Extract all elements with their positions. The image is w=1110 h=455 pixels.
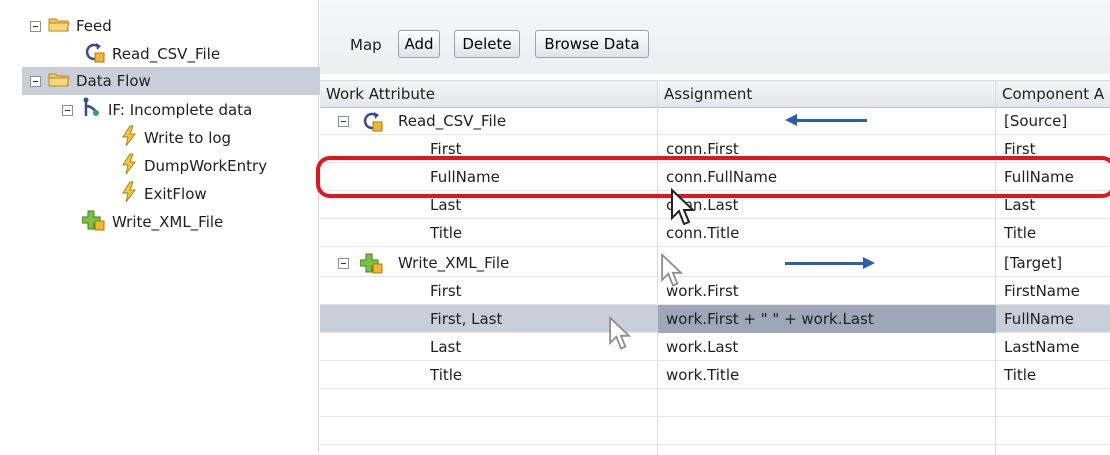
collapse-toggle-icon[interactable] <box>30 20 41 32</box>
map-label: Map <box>350 36 382 54</box>
assignment-cell[interactable]: work.Last <box>666 333 738 361</box>
arrow-right-icon <box>785 257 875 269</box>
component-cell: FullName <box>1004 310 1074 328</box>
lightning-icon <box>120 153 138 179</box>
table-row[interactable]: Title conn.Title Title <box>320 219 1110 247</box>
cursor-icon <box>671 188 696 226</box>
tree-node-feed[interactable]: Feed <box>30 12 112 40</box>
refresh-document-icon <box>82 41 106 67</box>
table-row-empty <box>320 417 1110 445</box>
tree-node-label: Feed <box>76 17 112 35</box>
refresh-document-icon <box>360 110 384 136</box>
tree-node-read-csv[interactable]: Read_CSV_File <box>82 40 220 68</box>
group-name: Write_XML_File <box>398 254 510 272</box>
group-name: Read_CSV_File <box>398 112 507 130</box>
table-row-source-group[interactable]: Read_CSV_File [Source] <box>320 107 1110 135</box>
add-button[interactable]: Add <box>398 30 440 58</box>
collapse-toggle-icon[interactable] <box>338 258 349 269</box>
plus-document-icon <box>359 252 384 278</box>
lightning-icon <box>120 125 138 151</box>
column-header-component[interactable]: Component A <box>996 81 1110 107</box>
mapping-panel: Map Add Delete Browse Data Work Attribut… <box>320 0 1110 455</box>
delete-button[interactable]: Delete <box>454 30 520 58</box>
table-row-empty <box>320 389 1110 417</box>
branch-icon <box>80 97 102 123</box>
tree-node-dump-work-entry[interactable]: DumpWorkEntry <box>120 152 267 180</box>
arrow-left-icon <box>785 114 867 126</box>
table-header: Work Attribute Assignment Component A <box>320 80 1110 108</box>
work-attribute-cell: Title <box>430 224 463 242</box>
assignment-cell[interactable]: work.First + " " + work.Last <box>658 305 996 333</box>
table-row[interactable]: Title work.Title Title <box>320 361 1110 389</box>
flow-tree-panel: Feed Read_CSV_File Data Flow IF: Incompl… <box>0 0 326 452</box>
highlight-outline <box>316 156 1110 198</box>
tree-node-label: Read_CSV_File <box>112 45 221 63</box>
work-attribute-cell: Title <box>430 366 463 384</box>
column-header-assignment[interactable]: Assignment <box>658 81 996 107</box>
component-cell: FirstName <box>1004 282 1080 300</box>
tree-node-label: Data Flow <box>76 72 151 90</box>
tree-node-write-log[interactable]: Write to log <box>120 124 231 152</box>
component-cell: LastName <box>1004 338 1080 356</box>
component-cell: [Source] <box>1004 112 1068 130</box>
component-cell: Title <box>1004 224 1037 242</box>
table-row-target-group[interactable]: Write_XML_File [Target] <box>320 249 1110 277</box>
component-cell: Title <box>1004 366 1037 384</box>
work-attribute-cell: First, Last <box>430 310 503 328</box>
tree-node-exit-flow[interactable]: ExitFlow <box>120 180 207 208</box>
plus-document-icon <box>81 209 106 235</box>
tree-node-if[interactable]: IF: Incomplete data <box>62 96 252 124</box>
data-mapping-window: Feed Read_CSV_File Data Flow IF: Incompl… <box>0 0 1110 455</box>
tree-node-label: ExitFlow <box>144 185 207 203</box>
tree-node-label: Write_XML_File <box>112 213 224 231</box>
collapse-toggle-icon[interactable] <box>62 104 73 116</box>
tree-node-label: Write to log <box>144 129 232 147</box>
tree-node-data-flow[interactable]: Data Flow <box>22 67 326 95</box>
mapping-toolbar: Map Add Delete Browse Data <box>320 0 1110 74</box>
collapse-toggle-icon[interactable] <box>30 75 41 87</box>
tree-node-label: DumpWorkEntry <box>144 157 268 175</box>
assignment-cell[interactable]: work.Title <box>666 361 739 389</box>
table-row[interactable]: Last work.Last LastName <box>320 333 1110 361</box>
browse-data-button[interactable]: Browse Data <box>535 30 649 58</box>
work-attribute-cell: First <box>430 282 462 300</box>
lightning-icon <box>120 181 138 207</box>
folder-icon <box>48 16 70 36</box>
column-header-work-attribute[interactable]: Work Attribute <box>320 81 658 107</box>
work-attribute-cell: Last <box>430 338 462 356</box>
cursor-icon <box>609 316 632 350</box>
table-row-selected[interactable]: First, Last work.First + " " + work.Last… <box>320 305 1110 333</box>
component-cell: [Target] <box>1004 254 1063 272</box>
cursor-icon <box>661 253 684 287</box>
tree-node-label: IF: Incomplete data <box>108 101 253 119</box>
tree-node-write-xml[interactable]: Write_XML_File <box>81 208 224 236</box>
folder-icon <box>48 71 70 91</box>
collapse-toggle-icon[interactable] <box>338 116 349 127</box>
table-row[interactable]: First work.First FirstName <box>320 277 1110 305</box>
